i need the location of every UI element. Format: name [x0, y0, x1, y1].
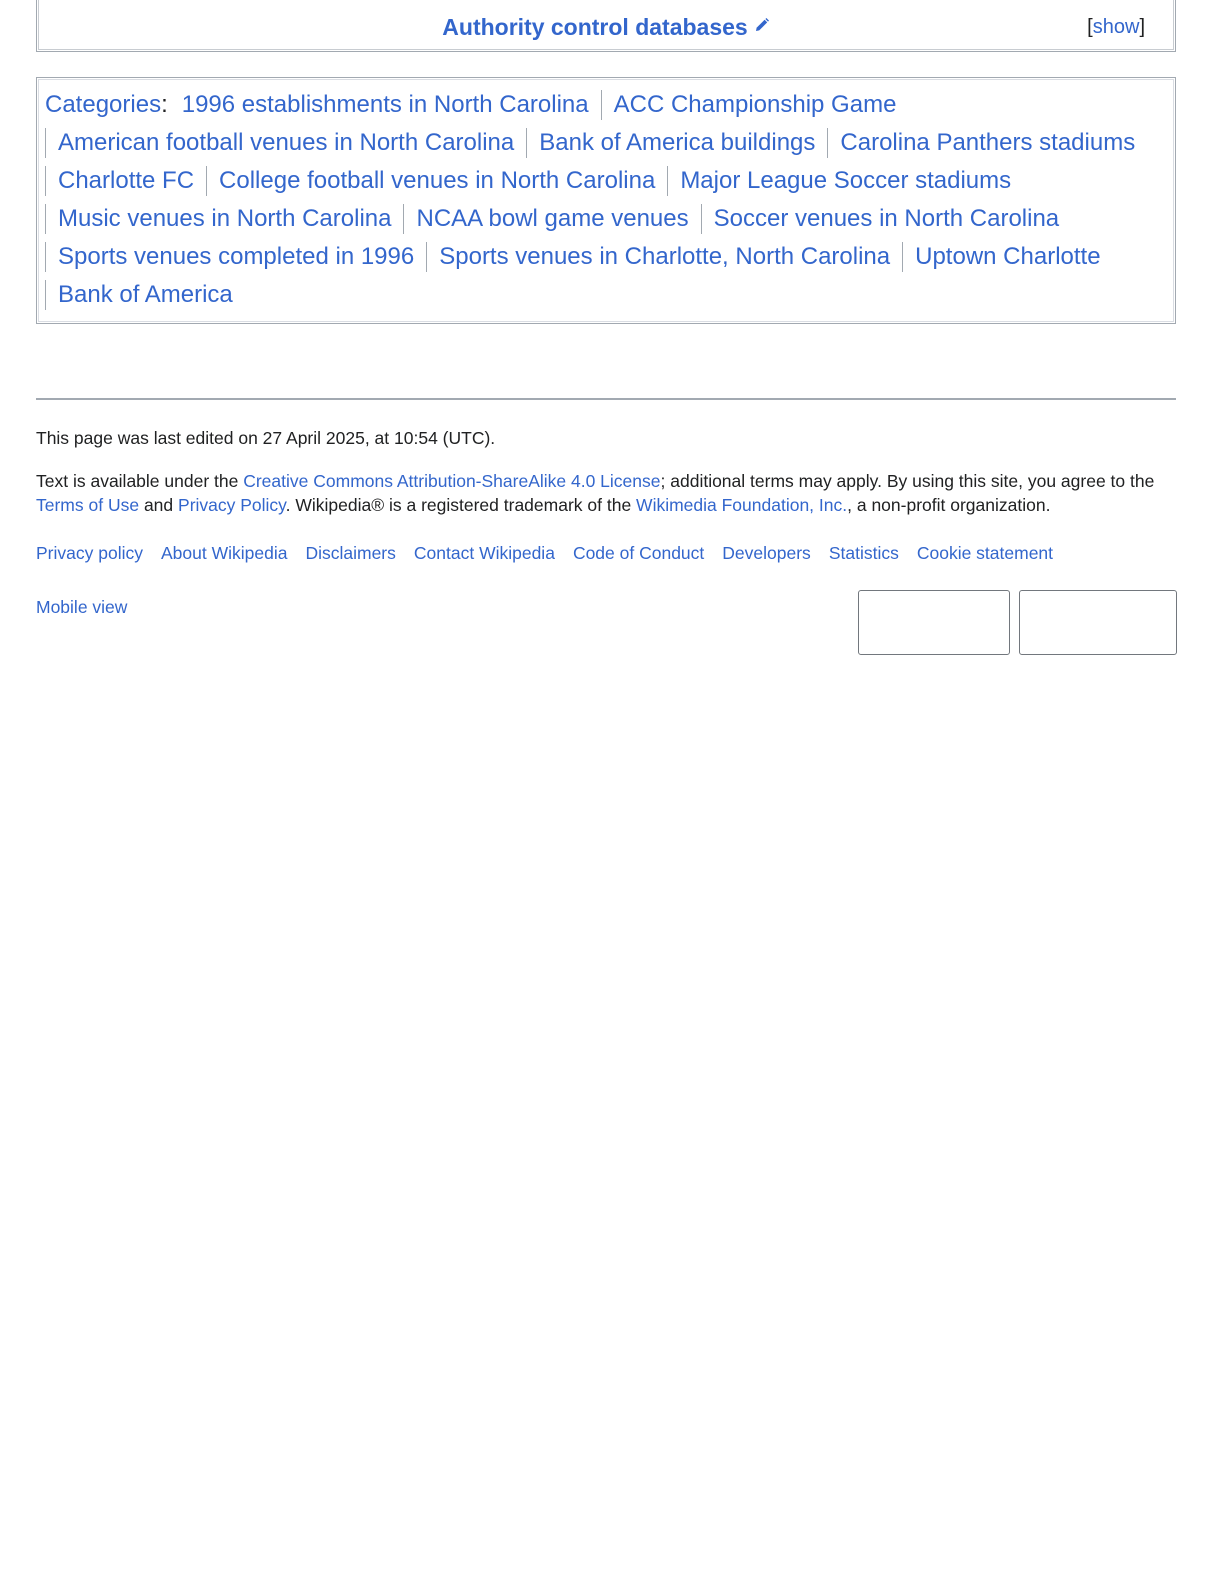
category-link[interactable]: NCAA bowl game venues: [416, 205, 688, 232]
footer-link-statistics[interactable]: Statistics: [829, 543, 899, 563]
footer-links: Privacy policy About Wikipedia Disclaimers…: [36, 541, 1071, 565]
category-item: Uptown Charlotte: [902, 242, 1112, 272]
footer-link-contact[interactable]: Contact Wikipedia: [414, 543, 555, 563]
privacy-policy-link[interactable]: Privacy Policy: [178, 495, 286, 515]
category-line-3: Charlotte FC College football venues in N…: [45, 166, 1023, 196]
license-text: ; additional terms may apply. By using t…: [660, 471, 1155, 491]
category-item: Carolina Panthers stadiums: [827, 128, 1147, 158]
category-link[interactable]: Carolina Panthers stadiums: [840, 129, 1135, 156]
category-link[interactable]: Charlotte FC: [58, 167, 194, 194]
powered-by-mediawiki-badge-icon[interactable]: [1019, 590, 1177, 655]
category-item: Charlotte FC: [45, 166, 206, 196]
license-text: . Wikipedia® is a registered trademark o…: [285, 495, 637, 515]
footer-link-disclaimers[interactable]: Disclaimers: [305, 543, 395, 563]
footer-link-about[interactable]: About Wikipedia: [161, 543, 287, 563]
categories-colon: :: [161, 91, 168, 118]
category-line-4: Music venues in North Carolina NCAA bowl …: [45, 204, 1071, 234]
category-item: Major League Soccer stadiums: [667, 166, 1023, 196]
navbox-title: Authority control databases: [37, 12, 1175, 42]
categories-heading: Categories:: [45, 90, 168, 120]
category-link[interactable]: Music venues in North Carolina: [58, 205, 391, 232]
navbox-title-link[interactable]: Authority control databases: [442, 14, 747, 40]
category-item: NCAA bowl game venues: [403, 204, 700, 234]
category-link[interactable]: Sports venues completed in 1996: [58, 243, 414, 270]
category-item: Soccer venues in North Carolina: [700, 204, 1072, 234]
categories-heading-link[interactable]: Categories: [45, 91, 161, 118]
wikimedia-foundation-badge-icon[interactable]: [858, 590, 1010, 655]
category-link[interactable]: Bank of America buildings: [539, 129, 815, 156]
license-text: and: [139, 495, 179, 515]
category-link[interactable]: ACC Championship Game: [614, 91, 897, 118]
authority-control-navbox: Authority control databases [show]: [36, 0, 1176, 52]
license-text: , a non-profit organization.: [847, 495, 1051, 515]
footer-divider: [36, 398, 1176, 400]
last-edited-info: This page was last edited on 27 April 20…: [36, 428, 496, 448]
footer-link-developers[interactable]: Developers: [722, 543, 811, 563]
license-text: Text is available under the: [36, 471, 244, 491]
category-link[interactable]: Sports venues in Charlotte, North Caroli…: [439, 243, 890, 270]
footer-link-privacy-policy[interactable]: Privacy policy: [36, 543, 143, 563]
license-notice: Text is available under the Creative Com…: [36, 469, 1186, 517]
category-line-1: Categories: 1996 establishments in North …: [45, 90, 908, 120]
category-line-5: Sports venues completed in 1996 Sports ve…: [45, 242, 1113, 272]
category-link[interactable]: American football venues in North Caroli…: [58, 129, 514, 156]
category-item: Bank of America: [45, 280, 245, 310]
category-item: Bank of America buildings: [526, 128, 827, 158]
category-item: 1996 establishments in North Carolina: [168, 90, 601, 120]
category-link[interactable]: Uptown Charlotte: [915, 243, 1100, 270]
category-link[interactable]: Major League Soccer stadiums: [680, 167, 1011, 194]
mobile-view-link[interactable]: Mobile view: [36, 595, 127, 619]
category-item: Music venues in North Carolina: [45, 204, 403, 234]
toggle-close-bracket: ]: [1139, 16, 1145, 38]
footer-link-cookie-statement[interactable]: Cookie statement: [917, 543, 1053, 563]
category-item: American football venues in North Caroli…: [45, 128, 526, 158]
page: Authority control databases [show] Categ…: [0, 0, 1224, 1584]
terms-of-use-link[interactable]: Terms of Use: [36, 495, 139, 515]
cc-license-link[interactable]: Creative Commons Attribution-ShareAlike …: [243, 471, 660, 491]
category-link[interactable]: Soccer venues in North Carolina: [714, 205, 1060, 232]
navbox-toggle: [show]: [1087, 14, 1145, 40]
category-line-2: American football venues in North Caroli…: [45, 128, 1147, 158]
category-link[interactable]: 1996 establishments in North Carolina: [182, 91, 589, 118]
show-toggle-link[interactable]: show: [1093, 16, 1140, 38]
category-link[interactable]: Bank of America: [58, 281, 233, 308]
category-item: Sports venues in Charlotte, North Caroli…: [426, 242, 902, 272]
wikimedia-foundation-link[interactable]: Wikimedia Foundation, Inc.: [636, 495, 847, 515]
category-link[interactable]: College football venues in North Carolin…: [219, 167, 655, 194]
category-item: College football venues in North Carolin…: [206, 166, 667, 196]
category-links-box: Categories: 1996 establishments in North …: [36, 77, 1176, 324]
pencil-icon[interactable]: [754, 10, 770, 40]
category-item: Sports venues completed in 1996: [45, 242, 426, 272]
category-line-6: Bank of America: [45, 280, 245, 310]
footer-link-code-of-conduct[interactable]: Code of Conduct: [573, 543, 704, 563]
category-item: ACC Championship Game: [600, 90, 909, 120]
